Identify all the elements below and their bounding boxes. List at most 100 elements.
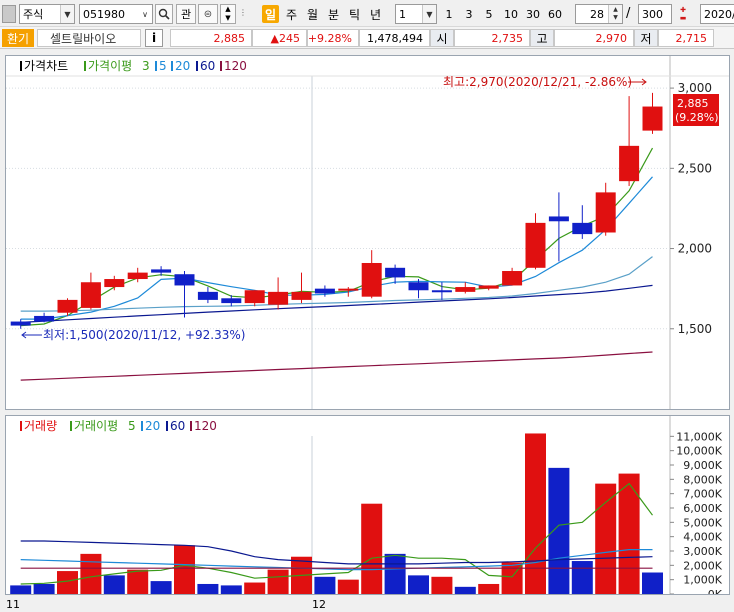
stock-stepper[interactable]: ▲ ▼: [220, 4, 236, 24]
total-count-field[interactable]: 300: [638, 4, 672, 24]
volume-bar: [80, 553, 102, 594]
candle-body: [572, 222, 593, 235]
period-week[interactable]: 주: [283, 5, 300, 23]
price-ma-line-120: [20, 351, 653, 381]
volume-bar: [150, 581, 172, 594]
volume-bar: [337, 579, 359, 594]
legend-marker-icon: [70, 421, 72, 431]
high-price: 2,970: [554, 29, 634, 47]
count-separator: /: [626, 6, 631, 21]
price-chart-panel[interactable]: 3,000 2,500 2,000 1,500 가격차트 가격이평 3 5 20 60…: [5, 55, 730, 410]
legend-ma120: 120: [224, 59, 247, 73]
period-week-label: 주: [285, 7, 298, 22]
volume-bar: [244, 582, 266, 594]
candle-body: [314, 288, 335, 294]
date-input[interactable]: 2020/: [700, 4, 734, 24]
open-label: 시: [430, 29, 454, 47]
low-price: 2,715: [658, 29, 714, 47]
period-tick-label: 틱: [348, 7, 361, 22]
interval-5[interactable]: 5: [482, 5, 496, 23]
candle-body: [268, 291, 289, 305]
price-change-pct-value: +9.28%: [307, 31, 352, 45]
quote-tag-label: 환기: [6, 31, 30, 46]
interval-10[interactable]: 10: [502, 5, 520, 23]
code-input[interactable]: 051980 ∨: [79, 4, 153, 24]
period-tick[interactable]: 틱: [346, 5, 363, 23]
volume-chart-panel[interactable]: 11,000K 10,000K 9,000K 8,000K 7,000K 6,000K 5,…: [5, 415, 730, 601]
legend-marker-icon: [171, 61, 173, 71]
info-button[interactable]: i: [145, 29, 163, 47]
code-input-value: 051980: [83, 7, 125, 21]
candle-body: [478, 285, 499, 289]
market-select[interactable]: 주식 ▼: [19, 4, 75, 24]
interval-1[interactable]: 1: [442, 5, 456, 23]
volume-tick-label: 11,000K: [676, 430, 722, 443]
vol-legend-ma20: 20: [145, 419, 160, 433]
link-button[interactable]: ⊜: [198, 4, 218, 24]
price-ma-line-3: [20, 147, 654, 327]
interest-label: 관: [180, 8, 192, 21]
volume-chart[interactable]: 11,000K 10,000K9,000K8,000K 7,000K6,000K5,…: [6, 416, 729, 601]
step-up-icon[interactable]: ▲: [221, 5, 235, 14]
vol-legend-ma120: 120: [194, 419, 217, 433]
candle-body: [151, 269, 172, 273]
period-day-label: 일: [264, 7, 277, 22]
volume-bar: [127, 569, 149, 594]
candle-body: [385, 267, 406, 278]
interest-button[interactable]: 관: [176, 4, 196, 24]
price-change: ▲245: [252, 29, 307, 47]
volume-bar: [197, 583, 219, 594]
price-chart[interactable]: 3,000 2,500 2,000 1,500 가격차트 가격이평 3 5 20 60…: [6, 56, 729, 409]
period-minute[interactable]: 분: [325, 5, 342, 23]
count-stepper-icon[interactable]: ▲ ▼: [608, 5, 622, 23]
step-down-icon[interactable]: ▼: [221, 14, 235, 23]
interval-60[interactable]: 60: [546, 5, 564, 23]
interval-30-label: 30: [526, 7, 540, 21]
current-pct-tag: (9.28%): [675, 111, 719, 124]
count-input[interactable]: 28 ▲ ▼: [575, 4, 623, 24]
volume-bar: [384, 553, 406, 594]
high-label-text: 고: [536, 31, 548, 46]
interval-select-value: 1: [399, 7, 406, 21]
period-year[interactable]: 년: [367, 5, 384, 23]
volume-tick-label: 8,000K: [683, 473, 722, 486]
volume-tick-label: 1,000K: [683, 574, 722, 587]
period-month-label: 월: [306, 7, 319, 22]
interval-10-label: 10: [504, 7, 518, 21]
volume-bar: [267, 569, 289, 594]
open-price: 2,735: [454, 29, 530, 47]
price-change-value: ▲245: [270, 31, 300, 45]
x-axis-label-nov: 11: [6, 598, 20, 611]
candle-body: [431, 290, 452, 293]
search-button[interactable]: [155, 4, 173, 24]
candle-body: [338, 288, 359, 291]
interval-select[interactable]: 1 ▼: [395, 4, 437, 24]
candle-body: [57, 299, 78, 313]
volume-bar: [525, 433, 546, 594]
candle-body: [548, 216, 569, 222]
candle-body: [455, 287, 476, 292]
interval-60-label: 60: [548, 7, 562, 21]
volume-bar: [642, 572, 663, 594]
legend-marker-icon: [220, 61, 222, 71]
period-minute-label: 분: [327, 7, 340, 22]
volume-bar: [431, 576, 453, 594]
volume-bar: [408, 575, 429, 594]
volume-bar: [478, 583, 500, 594]
interval-30[interactable]: 30: [524, 5, 542, 23]
period-day[interactable]: 일: [262, 5, 279, 23]
volume-bar: [174, 545, 195, 594]
period-month[interactable]: 월: [304, 5, 321, 23]
volume-tick-label: 10,000K: [676, 445, 722, 458]
candle-body: [361, 262, 382, 297]
interval-3[interactable]: 3: [462, 5, 476, 23]
stock-name[interactable]: 셀트릴바이오: [37, 29, 141, 47]
candle-body: [34, 315, 55, 322]
link-icon: ⊜: [203, 8, 213, 20]
price-change-pct: +9.28%: [307, 29, 359, 47]
volume-legend-ma-label: 거래이평: [74, 419, 118, 433]
settings-toggle-icon[interactable]: ✚ ▬: [675, 5, 691, 23]
vol-legend-ma60: 60: [170, 419, 185, 433]
candle-body: [80, 282, 101, 308]
price-legend: 가격차트 가격이평 3 5 20 60 120: [20, 59, 247, 73]
